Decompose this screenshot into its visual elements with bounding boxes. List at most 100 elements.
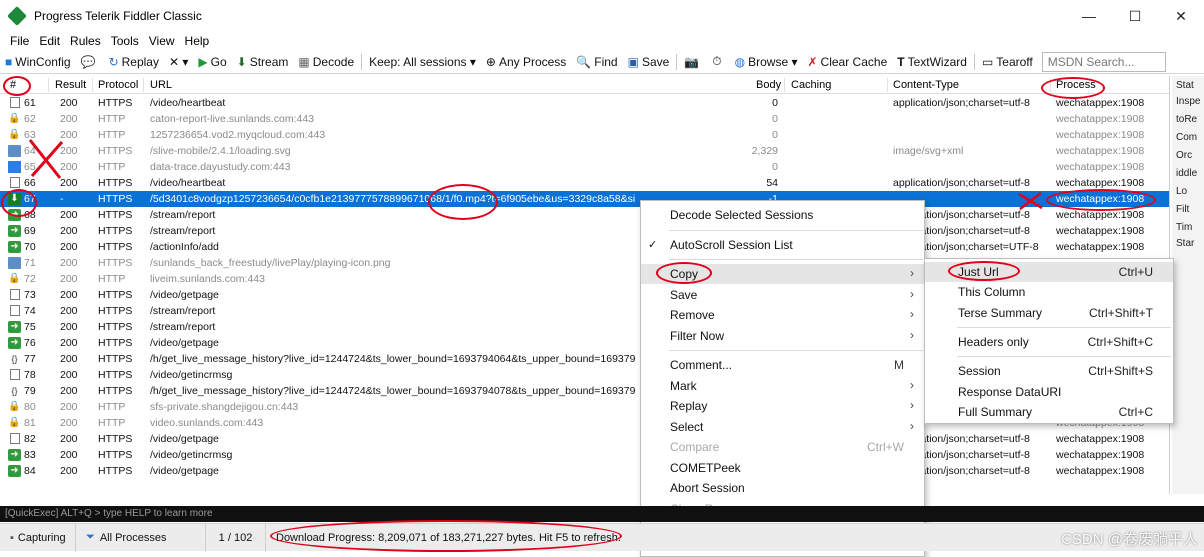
decode-button[interactable]: ▦ Decode (293, 50, 359, 73)
column-header-body[interactable]: Body (756, 79, 781, 91)
column-header-process[interactable]: Process (1056, 79, 1096, 91)
column-header-number[interactable]: # (10, 79, 16, 91)
copy-menu-just-url[interactable]: Just Url Ctrl+U (925, 262, 1173, 282)
menu-bar: File Edit Rules Tools View Help (0, 32, 1204, 50)
copy-menu-full-summary[interactable]: Full Summary Ctrl+C (925, 402, 1173, 422)
session-row[interactable]: ➜ 69 200 HTTPS/stream/report application/jso… (0, 223, 1169, 239)
clear-cache-button[interactable]: ✗ Clear Cache (802, 50, 892, 73)
session-row[interactable]: ⬇ 67 - HTTPS/5d3401c8vodgzp1257236654/c0cfb… (0, 191, 1169, 207)
minimize-button[interactable]: — (1066, 0, 1112, 32)
inspector-tab[interactable]: Stat (1176, 80, 1194, 91)
session-process: wechatappex:1908 (1056, 225, 1145, 237)
column-header-caching[interactable]: Caching (791, 79, 831, 91)
context-menu-save[interactable]: Save › (641, 285, 924, 305)
go-button[interactable]: ▶ Go (193, 50, 231, 73)
session-row[interactable]: 65 200 HTTP data-trace.dayustudy.com:443 0 we… (0, 159, 1169, 175)
status-bar: ▪ Capturing ⏷ All Processes 1 / 102 Downlo… (0, 523, 1204, 552)
session-row[interactable]: ➜ 83 200 HTTPS/video/getincrmsg application/… (0, 447, 1169, 463)
column-header-url[interactable]: URL (150, 79, 172, 91)
maximize-button[interactable]: ☐ (1112, 0, 1158, 32)
session-protocol: HTTP (98, 129, 126, 141)
close-button[interactable]: ✕ (1158, 0, 1204, 32)
inspector-tab[interactable]: Com (1176, 132, 1197, 143)
comment-button[interactable]: 💬 (76, 50, 104, 73)
context-menu-comment[interactable]: Comment... M (641, 355, 924, 375)
capturing-toggle[interactable]: ▪ Capturing (0, 523, 76, 552)
menu-edit[interactable]: Edit (34, 34, 65, 48)
remove-button[interactable]: ✕ ▾ (164, 50, 193, 73)
menu-view[interactable]: View (144, 34, 180, 48)
copy-menu-this-column[interactable]: This Column (925, 282, 1173, 302)
menu-rules[interactable]: Rules (65, 34, 106, 48)
context-menu-cometpeek[interactable]: COMETPeek (641, 458, 924, 478)
copy-menu-terse-summary[interactable]: Terse Summary Ctrl+Shift+T (925, 303, 1173, 323)
chevron-right-icon: › (910, 266, 914, 280)
screenshot-button[interactable]: 📷 (679, 50, 707, 73)
copy-menu-response-datauri[interactable]: Response DataURI (925, 382, 1173, 402)
column-header-protocol[interactable]: Protocol (98, 79, 138, 91)
session-protocol: HTTPS (98, 289, 133, 301)
timer-button[interactable]: ⏱ (707, 50, 729, 73)
session-row[interactable]: 61 200 HTTPS/video/heartbeat 0 application/j… (0, 95, 1169, 111)
save-button[interactable]: ▣ Save (623, 50, 675, 73)
context-menu-mark[interactable]: Mark › (641, 376, 924, 396)
menu-file[interactable]: File (0, 34, 34, 48)
context-menu-label: Remove (670, 308, 715, 322)
inspector-tab[interactable]: iddle (1176, 168, 1197, 179)
any-process-button[interactable]: ⊕ Any Process (481, 50, 571, 73)
session-url: 1257236654.vod2.myqcloud.com:443 (150, 129, 326, 141)
inspector-tab[interactable]: toRe (1176, 114, 1197, 125)
session-row[interactable]: 🔒 62 200 HTTP caton-report-live.sunlands.com… (0, 111, 1169, 127)
inspector-tab[interactable]: Inspe (1176, 96, 1200, 107)
winconfig-button[interactable]: ■ WinConfig (0, 50, 76, 73)
session-row[interactable]: 66 200 HTTPS/video/heartbeat 54 application/… (0, 175, 1169, 191)
replay-button[interactable]: ↻ Replay (104, 50, 164, 73)
tearoff-button[interactable]: ▭ Tearoff (977, 50, 1038, 73)
session-row[interactable]: ➜ 68 200 HTTPS/stream/report application/jso… (0, 207, 1169, 223)
session-url: video.sunlands.com:443 (150, 417, 264, 429)
inspector-tab[interactable]: Tim (1176, 222, 1192, 233)
inspector-tab[interactable]: Lo (1176, 186, 1187, 197)
inspector-tab[interactable]: Orc (1176, 150, 1192, 161)
textwizard-button[interactable]: T TextWizard (892, 50, 972, 73)
session-list-header: # Result Protocol URL Body Caching Conte… (0, 76, 1169, 94)
menu-tools[interactable]: Tools (106, 34, 144, 48)
menu-help[interactable]: Help (180, 34, 215, 48)
context-menu-remove[interactable]: Remove › (641, 305, 924, 325)
json-icon: {} (11, 354, 18, 364)
browse-label: Browse ▾ (748, 54, 798, 69)
copy-menu-label: Just Url (958, 265, 999, 279)
context-menu-abort-session[interactable]: Abort Session (641, 478, 924, 498)
copy-menu-label: Session (958, 364, 1001, 379)
column-header-content-type[interactable]: Content-Type (893, 79, 959, 91)
document-icon (10, 433, 20, 444)
session-row[interactable]: 🔒 63 200 HTTP 1257236654.vod2.myqcloud.com:4… (0, 127, 1169, 143)
inspector-tab[interactable]: Filt (1176, 204, 1189, 215)
context-menu-select[interactable]: Select › (641, 417, 924, 437)
context-menu-decode-selected-sessions[interactable]: Decode Selected Sessions (641, 205, 924, 225)
context-menu-replay[interactable]: Replay › (641, 396, 924, 416)
copy-menu-headers-only[interactable]: Headers only Ctrl+Shift+C (925, 332, 1173, 352)
msdn-search-input[interactable]: MSDN Search... (1041, 51, 1166, 72)
session-process: wechatappex:1908 (1056, 97, 1145, 109)
process-filter[interactable]: ⏷ All Processes (76, 523, 206, 552)
context-menu-copy[interactable]: Copy › (641, 264, 924, 284)
browse-button[interactable]: ◍ Browse ▾ (730, 50, 803, 73)
stream-button[interactable]: ⬇ Stream (232, 50, 294, 73)
context-menu-autoscroll-session-list[interactable]: ✓ AutoScroll Session List (641, 235, 924, 255)
session-row[interactable]: ➜ 84 200 HTTPS/video/getpage application/jso… (0, 463, 1169, 479)
session-row[interactable]: 64 200 HTTPS/slive-mobile/2.4.1/loading.sv… (0, 143, 1169, 159)
context-menu-filter-now[interactable]: Filter Now › (641, 326, 924, 346)
session-body-size: 0 (772, 113, 778, 125)
keep-sessions-dropdown[interactable]: Keep: All sessions ▾ (364, 50, 481, 73)
session-row[interactable]: ➜ 70 200 HTTPS/actionInfo/add application/js… (0, 239, 1169, 255)
find-button[interactable]: 🔍 Find (571, 50, 622, 73)
quickexec-input[interactable]: [QuickExec] ALT+Q > type HELP to learn m… (0, 506, 1204, 522)
session-body-size: 0 (772, 129, 778, 141)
copy-menu-session[interactable]: Session Ctrl+Shift+S (925, 361, 1173, 381)
session-result: 200 (60, 209, 78, 221)
session-row[interactable]: 82 200 HTTPS/video/getpage application/json… (0, 431, 1169, 447)
annotation-cross-mark (28, 139, 64, 179)
column-header-result[interactable]: Result (55, 79, 86, 91)
inspector-tab[interactable]: Star (1176, 238, 1194, 249)
